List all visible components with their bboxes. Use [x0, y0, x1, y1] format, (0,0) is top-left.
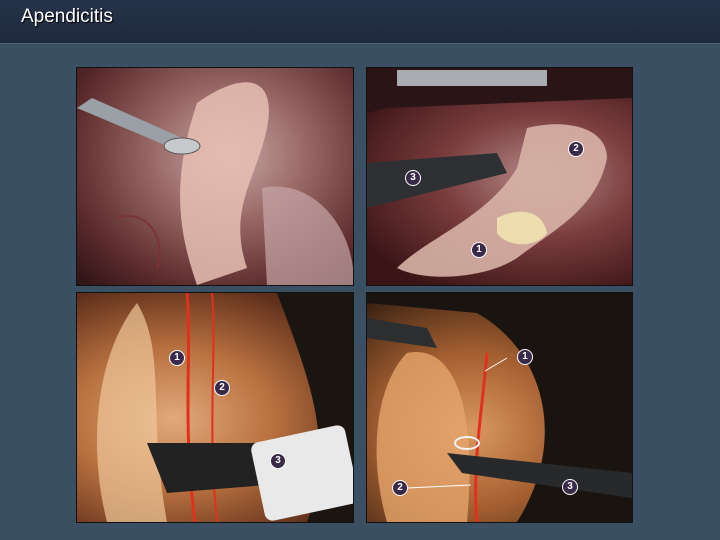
marker-2: 2 — [214, 380, 230, 396]
marker-2: 2 — [568, 141, 584, 157]
image-panel-top-right: 1 2 3 — [366, 67, 633, 286]
marker-1: 1 — [169, 350, 185, 366]
marker-3: 3 — [270, 453, 286, 469]
image-panel-bottom-right: 1 2 3 — [366, 292, 633, 523]
marker-1: 1 — [517, 349, 533, 365]
marker-2: 2 — [392, 480, 408, 496]
marker-3: 3 — [562, 479, 578, 495]
slide-title: Apendicitis — [21, 6, 113, 27]
image-panel-top-left — [76, 67, 354, 286]
laparoscopic-image-1 — [77, 82, 353, 285]
marker-1: 1 — [471, 242, 487, 258]
title-bar: Apendicitis — [0, 0, 720, 44]
laparoscopic-image-3 — [97, 293, 353, 522]
image-panel-bottom-left: 1 2 3 — [76, 292, 354, 523]
marker-3: 3 — [405, 170, 421, 186]
